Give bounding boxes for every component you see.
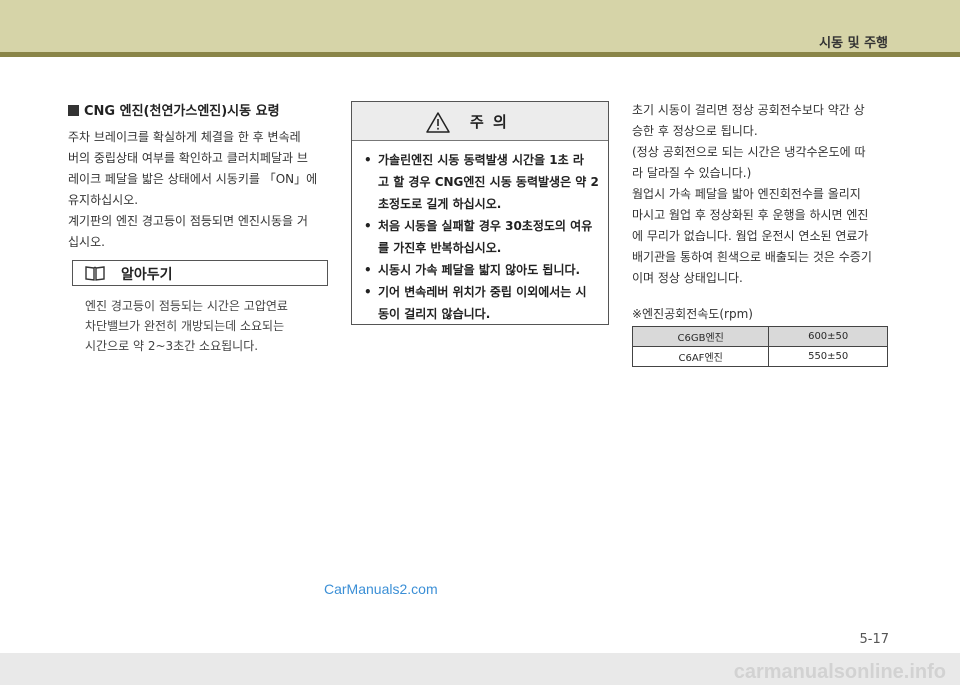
- body-line: 레이크 페달을 밟은 상태에서 시동키를 「ON」에: [68, 172, 318, 186]
- body-line: 마시고 웜업 후 정상화된 후 운행을 하시면 엔진: [632, 208, 869, 222]
- body-line: 주차 브레이크를 확실하게 체결을 한 후 변속레: [68, 130, 301, 144]
- right-column: 초기 시동이 걸리면 정상 공회전수보다 약간 상 승한 후 정상으로 됩니다.…: [632, 100, 902, 289]
- caution-item: 처음 시동을 실패할 경우 30초정도의 여유 를 가진후 반복하십시오.: [364, 215, 598, 259]
- note-header-box: 알아두기: [72, 260, 328, 286]
- right-body: 초기 시동이 걸리면 정상 공회전수보다 약간 상 승한 후 정상으로 됩니다.…: [632, 100, 902, 289]
- rpm-value-cell: 550±50: [768, 346, 888, 367]
- note-body: 엔진 경고등이 점등되는 시간은 고압연료 차단밸브가 완전히 개방되는데 소요…: [85, 296, 330, 356]
- rpm-value-cell: 600±50: [768, 326, 888, 347]
- body-line: 라 달라질 수 있습니다.): [632, 166, 752, 180]
- body-line: (정상 공회전으로 되는 시간은 냉각수온도에 따: [632, 145, 866, 159]
- body-line: 초기 시동이 걸리면 정상 공회전수보다 약간 상: [632, 103, 865, 117]
- chapter-title: 시동 및 주행: [819, 36, 888, 51]
- caution-item: 기어 변속레버 위치가 중립 이외에서는 시 동이 걸리지 않습니다.: [364, 281, 598, 325]
- header-band: [0, 0, 960, 52]
- rpm-table: C6GB엔진 600±50 C6AF엔진 550±50: [631, 326, 888, 367]
- caution-list: 가솔린엔진 시동 동력발생 시간을 1초 라 고 할 경우 CNG엔진 시동 동…: [352, 141, 608, 325]
- body-line: 계기판의 엔진 경고등이 점등되면 엔진시동을 거: [68, 214, 308, 228]
- body-line: 승한 후 정상으로 됩니다.: [632, 124, 758, 138]
- caution-header: 주 의: [352, 102, 608, 141]
- body-line: 배기관을 통하여 흰색으로 배출되는 것은 수증기: [632, 250, 872, 264]
- note-line: 시간으로 약 2~3초간 소요됩니다.: [85, 339, 259, 353]
- note-line: 차단밸브가 완전히 개방되는데 소요되는: [85, 319, 285, 333]
- caution-box: 주 의 가솔린엔진 시동 동력발생 시간을 1초 라 고 할 경우 CNG엔진 …: [351, 101, 609, 325]
- header-rule: [0, 52, 960, 57]
- watermark-link[interactable]: CarManuals2.com: [324, 581, 438, 597]
- section-heading: CNG 엔진(천연가스엔진)시동 요령: [68, 100, 333, 119]
- warning-triangle-icon: [426, 112, 450, 133]
- left-column: CNG 엔진(천연가스엔진)시동 요령 주차 브레이크를 확실하게 체결을 한 …: [68, 100, 333, 253]
- table-row: C6GB엔진 600±50: [631, 326, 888, 347]
- square-bullet-icon: [68, 105, 79, 116]
- body-line: 이며 정상 상태입니다.: [632, 271, 743, 285]
- caution-item: 시동시 가속 페달을 밟지 않아도 됩니다.: [364, 259, 598, 281]
- body-line: 십시오.: [68, 235, 105, 249]
- body-line: 유지하십시오.: [68, 193, 139, 207]
- engine-cell: C6GB엔진: [631, 326, 770, 347]
- section-body: 주차 브레이크를 확실하게 체결을 한 후 변속레 버의 중립상태 여부를 확인…: [68, 127, 333, 253]
- open-book-icon: [85, 266, 105, 281]
- table-row: C6AF엔진 550±50: [631, 346, 888, 367]
- rpm-table-title: ※엔진공회전속도(rpm): [632, 307, 753, 321]
- caution-title: 주 의: [470, 113, 509, 131]
- body-line: 버의 중립상태 여부를 확인하고 클러치페달과 브: [68, 151, 308, 165]
- engine-cell: C6AF엔진: [631, 346, 770, 367]
- note-title: 알아두기: [121, 267, 173, 283]
- page-number: 5-17: [859, 632, 889, 647]
- caution-item: 가솔린엔진 시동 동력발생 시간을 1초 라 고 할 경우 CNG엔진 시동 동…: [364, 149, 599, 215]
- body-line: 에 무리가 없습니다. 웜업 운전시 연소된 연료가: [632, 229, 869, 243]
- footer-watermark: carmanualsonline.info: [733, 661, 946, 683]
- body-line: 웜업시 가속 페달을 밟아 엔진회전수를 올리지: [632, 187, 861, 201]
- note-line: 엔진 경고등이 점등되는 시간은 고압연료: [85, 299, 288, 313]
